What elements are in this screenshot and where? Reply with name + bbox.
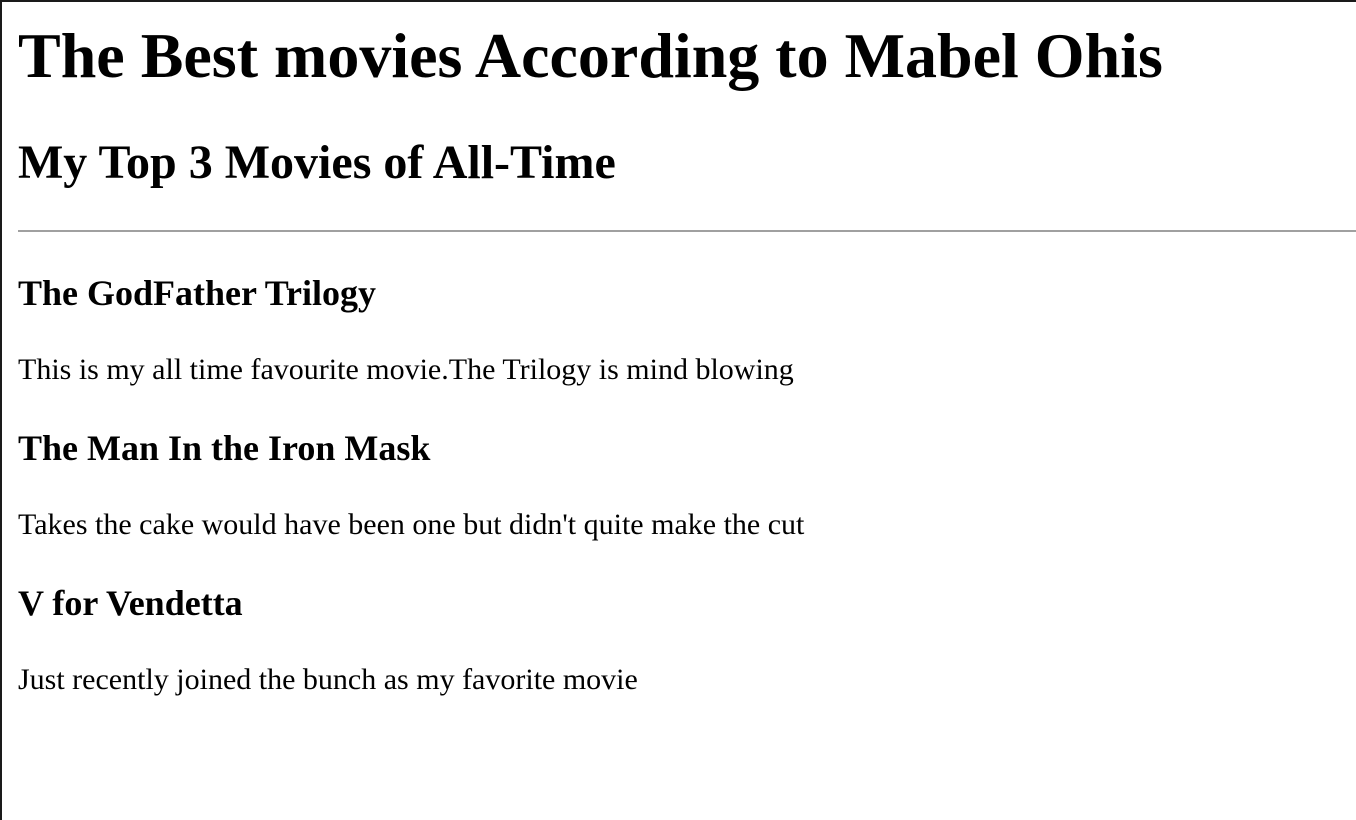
movie-description-godfather: This is my all time favourite movie.The …	[18, 353, 794, 386]
movie-description-iron-mask: Takes the cake would have been one but d…	[18, 508, 805, 541]
movie-title-v-for-vendetta: V for Vendetta	[18, 583, 243, 623]
movie-title-godfather: The GodFather Trilogy	[18, 273, 377, 313]
page-title: The Best movies According to Mabel Ohis	[18, 20, 1163, 91]
movie-title-iron-mask: The Man In the Iron Mask	[18, 428, 431, 468]
page-subtitle: My Top 3 Movies of All-Time	[18, 136, 616, 189]
window-top-border	[0, 0, 1356, 2]
window-left-border	[0, 0, 2, 820]
movie-description-v-for-vendetta: Just recently joined the bunch as my fav…	[18, 663, 638, 696]
section-divider	[18, 230, 1356, 232]
